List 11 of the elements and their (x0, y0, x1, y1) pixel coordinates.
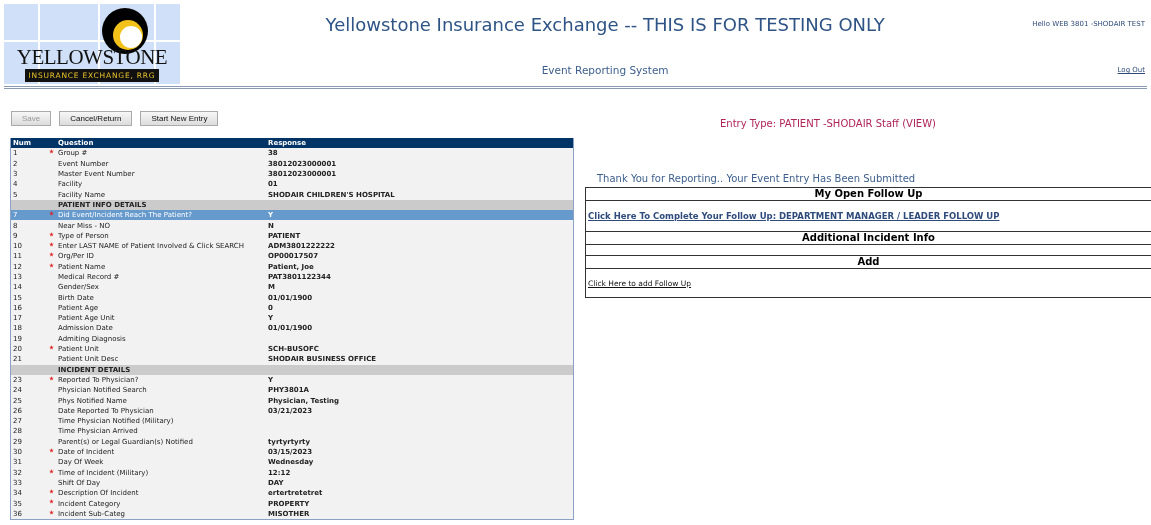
site-subtitle: Event Reporting System (541, 64, 669, 76)
confirmation-message: Thank You for Reporting.. Your Event Entry Has Been Submitted (596, 172, 917, 186)
followup-link[interactable]: Click Here To Complete Your Follow Up: DEPARTMENT MANAGER / LEADER FOLLOW UP (588, 211, 1000, 221)
entry-type: Entry Type: PATIENT -SHODAIR Staff (VIEW) (719, 117, 937, 129)
toolbar-button[interactable]: Start New Entry (140, 111, 219, 126)
toolbar-button[interactable]: Cancel/Return (59, 111, 133, 126)
site-title: Yellowstone Insurance Exchange -- THIS IS FOR TESTING ONLY (325, 14, 885, 35)
followup-heading: Add (586, 256, 1151, 269)
followup-heading: Additional Incident Info (586, 232, 1151, 245)
logo-name: YELLOWSTONE (16, 47, 168, 68)
followup-heading: My Open Follow Up (586, 188, 1151, 201)
